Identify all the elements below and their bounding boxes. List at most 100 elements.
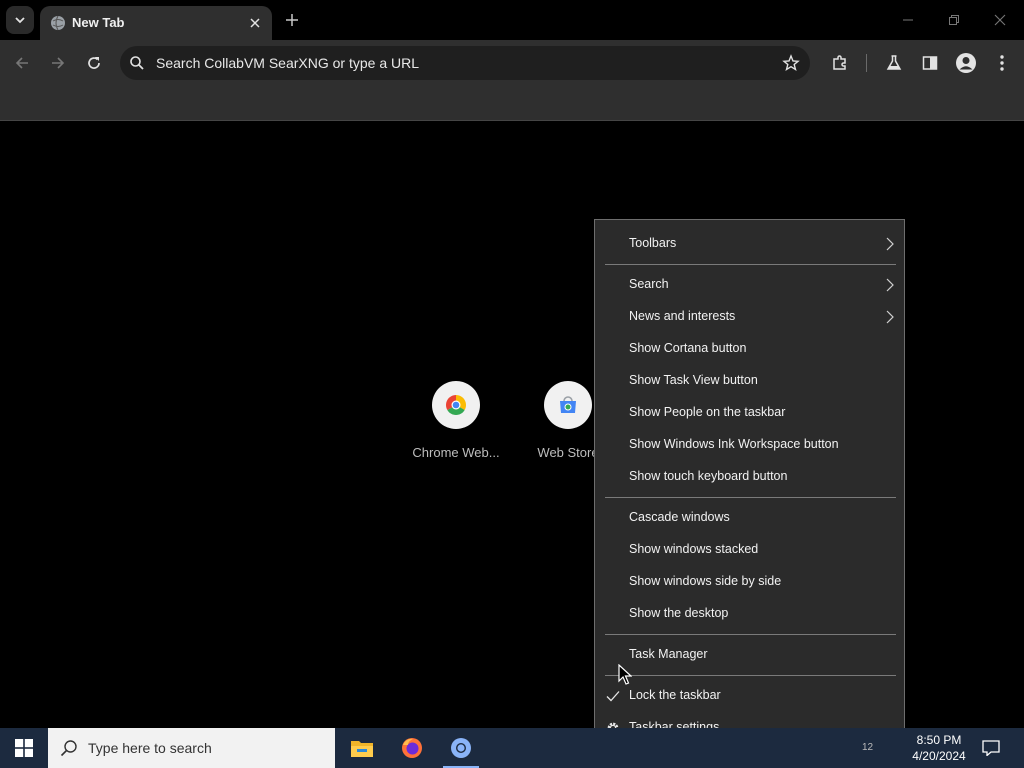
notification-icon [982,740,1000,756]
side-panel-button[interactable] [918,51,942,75]
reload-icon [88,57,100,69]
menu-item-label: Show Cortana button [629,341,747,355]
chevron-right-icon [886,278,894,292]
chrome-icon [446,395,466,415]
tray-text: 12 [862,742,874,753]
menu-item-news-and-interests[interactable]: News and interests [595,301,904,333]
chevron-right-icon [886,237,894,251]
new-tab-button[interactable] [282,10,302,30]
clock-time: 8:50 PM [916,733,962,747]
taskbar-search-placeholder: Type here to search [88,740,212,756]
menu-item-show-windows-stacked[interactable]: Show windows stacked [595,534,904,566]
profile-button[interactable] [954,51,978,75]
extensions-button[interactable] [828,51,852,75]
flask-icon [886,55,902,70]
more-vertical-icon [1000,55,1004,71]
star-icon[interactable] [782,54,800,72]
menu-item-label: Show touch keyboard button [629,469,788,483]
plus-icon [286,14,298,26]
menu-item-label: Lock the taskbar [629,688,721,702]
minimize-icon [903,19,913,21]
shortcut-label: Chrome Web... [412,445,500,460]
taskbar-clock[interactable]: 8:50 PM 4/20/2024 [902,732,976,764]
side-panel-icon [922,56,938,70]
tab-new-tab[interactable]: New Tab [40,6,272,40]
arrow-left-icon [15,57,28,69]
tab-search-button[interactable] [6,6,34,34]
chevron-right-icon [886,310,894,324]
menu-item-label: News and interests [629,309,736,323]
menu-item-task-manager[interactable]: Task Manager [595,639,904,671]
menu-item-lock-taskbar[interactable]: Lock the taskbar [595,680,904,712]
minimize-button[interactable] [896,8,920,32]
shortcut-icon-circle [432,381,480,429]
menu-item-show-ink-workspace[interactable]: Show Windows Ink Workspace button [595,429,904,461]
globe-icon [51,15,65,31]
toolbar-divider [866,54,867,72]
menu-item-show-touch-keyboard[interactable]: Show touch keyboard button [595,461,904,493]
windows-logo-icon [15,739,33,757]
menu-separator [605,264,896,265]
menu-item-label: Task Manager [629,647,708,661]
menu-item-search[interactable]: Search [595,269,904,301]
search-icon [130,56,144,70]
menu-item-show-people[interactable]: Show People on the taskbar [595,397,904,429]
tab-title: New Tab [72,15,125,30]
omnibox[interactable] [120,46,810,80]
clock-date: 4/20/2024 [912,749,966,763]
restore-icon [949,15,959,25]
menu-item-cascade-windows[interactable]: Cascade windows [595,502,904,534]
taskbar-app-chrome[interactable] [437,728,485,768]
menu-item-label: Show windows side by side [629,574,782,588]
bookmarks-bar [0,86,1024,121]
web-store-icon [560,396,576,413]
close-window-button[interactable] [988,8,1012,32]
menu-item-show-windows-side-by-side[interactable]: Show windows side by side [595,566,904,598]
menu-item-label: Show windows stacked [629,542,759,556]
checkmark-icon [605,688,621,704]
tab-strip: New Tab [0,0,1024,40]
avatar-icon [956,53,976,73]
restore-button[interactable] [942,8,966,32]
menu-item-label: Cascade windows [629,510,730,524]
menu-button[interactable] [990,51,1014,75]
folder-icon [351,741,373,757]
taskbar-context-menu: Toolbars Search News and interests Show … [594,219,905,751]
taskbar-app-file-explorer[interactable] [338,728,386,768]
puzzle-icon [833,55,846,70]
menu-item-show-task-view-button[interactable]: Show Task View button [595,365,904,397]
menu-item-label: Show Windows Ink Workspace button [629,437,839,451]
shortcut-icon-circle [544,381,592,429]
menu-item-label: Toolbars [629,236,677,250]
menu-item-show-cortana-button[interactable]: Show Cortana button [595,333,904,365]
chevron-down-icon [15,17,25,24]
chrome-icon [451,738,471,758]
forward-button[interactable] [44,49,72,77]
menu-item-label: Show Task View button [629,373,758,387]
menu-separator [605,675,896,676]
menu-separator [605,497,896,498]
taskbar: Type here to search 12 8:50 PM 4/20/2024 [0,728,1024,768]
action-center-button[interactable] [978,736,1004,760]
taskbar-app-firefox[interactable] [388,728,436,768]
reload-button[interactable] [80,49,108,77]
menu-item-label: Search [629,277,669,291]
labs-button[interactable] [882,51,906,75]
start-button[interactable] [0,728,48,768]
firefox-icon [402,738,422,758]
menu-item-toolbars[interactable]: Toolbars [595,228,904,260]
menu-separator [605,634,896,635]
browser-toolbar [0,40,1024,86]
omnibox-input[interactable] [156,46,756,80]
mouse-cursor-icon [618,664,632,685]
back-button[interactable] [8,49,36,77]
arrow-right-icon [52,57,65,69]
menu-item-label: Show the desktop [629,606,729,620]
close-icon [994,14,1006,26]
menu-item-label: Show People on the taskbar [629,405,786,419]
shortcut-tile[interactable]: Chrome Web... [401,381,511,460]
taskbar-search-box[interactable]: Type here to search [48,728,335,768]
close-icon [250,18,260,28]
tab-close-button[interactable] [246,14,264,32]
menu-item-show-desktop[interactable]: Show the desktop [595,598,904,630]
